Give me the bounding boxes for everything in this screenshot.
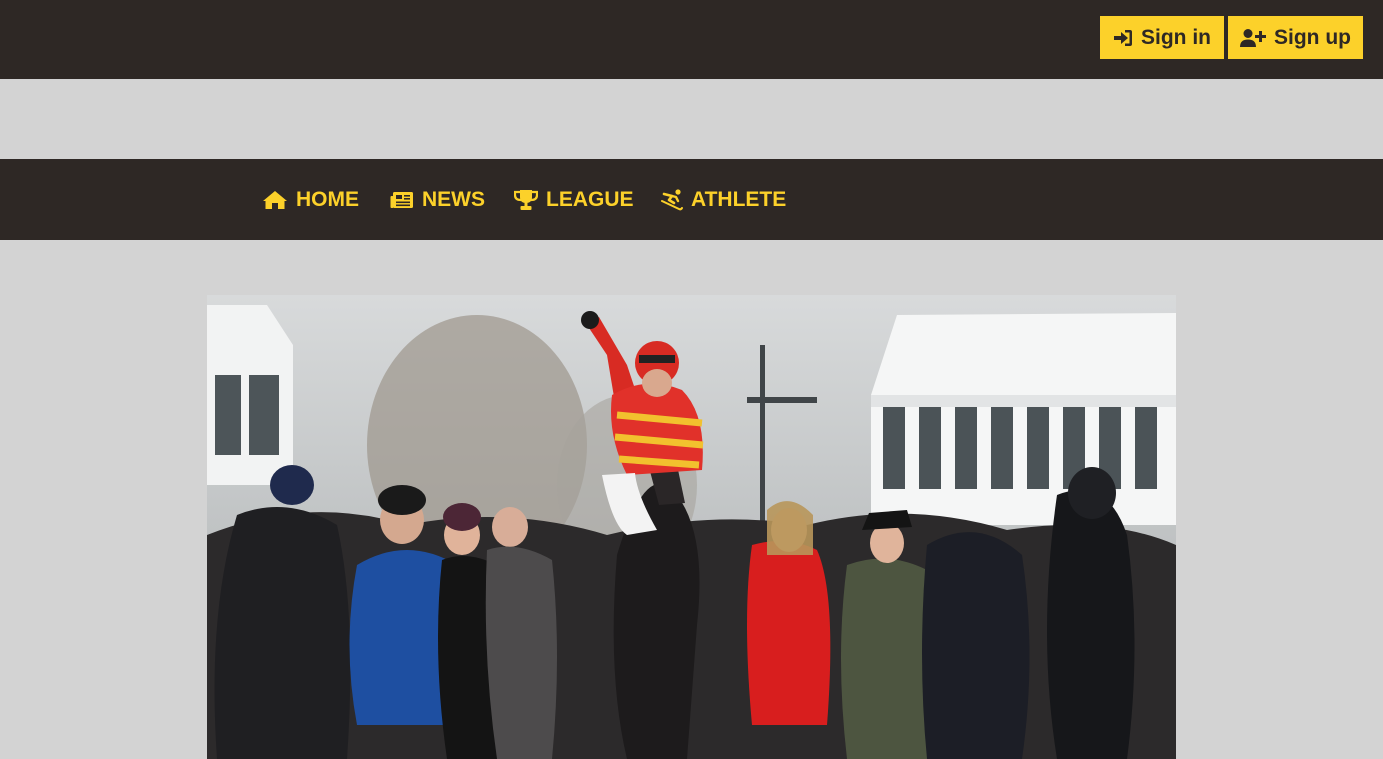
racing-celebration-photo <box>207 295 1176 759</box>
newspaper-icon <box>390 191 414 209</box>
sign-in-button[interactable]: Sign in <box>1100 16 1224 59</box>
main-nav: HOME NEWS LEAGUE ATHLETE <box>0 159 1383 240</box>
home-icon <box>262 190 288 210</box>
nav-label-league: LEAGUE <box>546 187 634 211</box>
nav-item-league[interactable]: LEAGUE <box>514 159 634 240</box>
nav-label-athlete: ATHLETE <box>691 187 787 211</box>
user-plus-icon <box>1240 28 1266 48</box>
sign-up-button[interactable]: Sign up <box>1228 16 1363 59</box>
sign-in-icon <box>1113 29 1133 47</box>
trophy-icon <box>514 189 538 211</box>
nav-item-home[interactable]: HOME <box>262 159 359 240</box>
skiing-icon <box>661 188 683 211</box>
sign-in-label: Sign in <box>1141 25 1211 49</box>
sign-up-label: Sign up <box>1274 25 1351 49</box>
nav-item-athlete[interactable]: ATHLETE <box>661 159 786 240</box>
featured-news-image[interactable] <box>207 295 1176 759</box>
ad-banner-area <box>0 79 1383 159</box>
nav-label-news: NEWS <box>422 187 485 211</box>
nav-item-news[interactable]: NEWS <box>390 159 485 240</box>
nav-label-home: HOME <box>296 187 359 211</box>
top-bar: Sign in Sign up <box>0 0 1383 79</box>
